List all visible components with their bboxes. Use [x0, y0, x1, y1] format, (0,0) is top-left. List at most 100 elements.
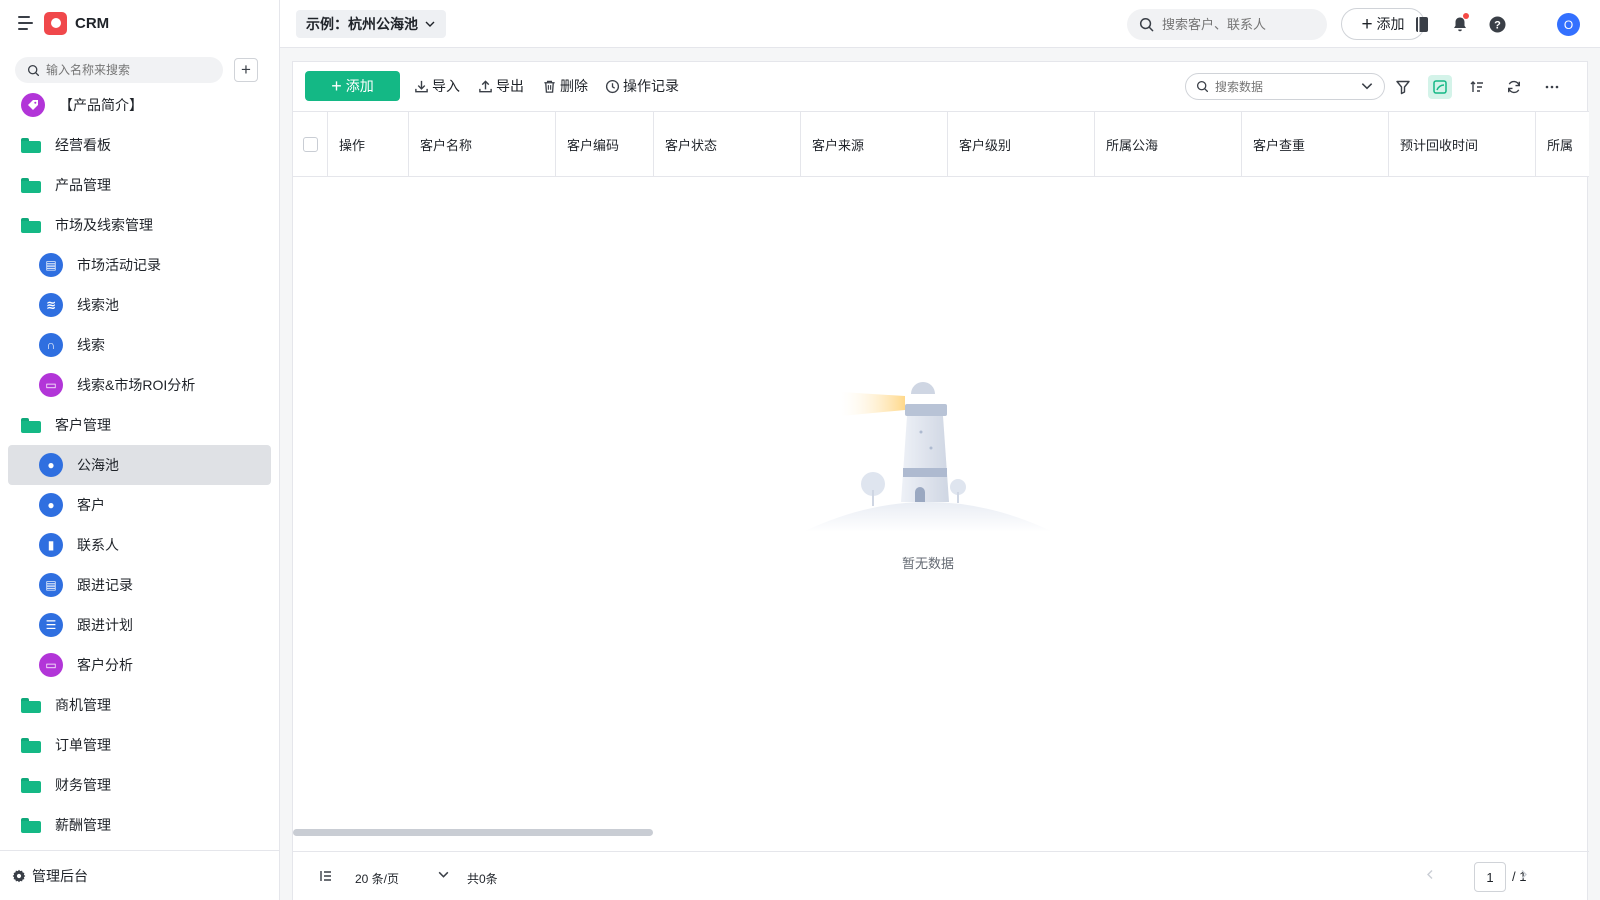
pagination-bar: 20 条/页 共0条 1 / 1 [293, 851, 1589, 900]
next-page-icon[interactable] [1518, 868, 1530, 884]
page-size-value: 20 条/页 [355, 872, 400, 886]
document-icon: ▤ [39, 253, 63, 277]
data-search[interactable] [1185, 73, 1385, 100]
global-search-input[interactable] [1162, 17, 1312, 32]
sidebar-item[interactable]: ∩ 线索 [8, 325, 271, 365]
sidebar-item[interactable]: ≋ 线索池 [8, 285, 271, 325]
trash-icon [544, 80, 555, 93]
sidebar-item[interactable]: 客户管理 [8, 405, 271, 445]
search-icon [1196, 80, 1209, 93]
bell-icon[interactable] [1450, 13, 1470, 34]
menu-icon[interactable] [18, 16, 34, 30]
sidebar-item[interactable]: 薪酬管理 [8, 805, 271, 845]
column-header[interactable]: 客户来源 [801, 112, 948, 176]
global-search[interactable] [1127, 9, 1327, 40]
customer-icon: ● [39, 453, 63, 477]
sidebar-item-label: 市场活动记录 [77, 257, 161, 273]
folder-icon [21, 777, 41, 793]
sidebar-item-label: 产品管理 [55, 177, 111, 193]
sidebar-item[interactable]: 财务管理 [8, 765, 271, 805]
sidebar-item[interactable]: 经营看板 [8, 125, 271, 165]
export-button[interactable]: 导出 [478, 76, 524, 96]
column-header[interactable]: 预计回收时间 [1389, 112, 1536, 176]
export-label: 导出 [496, 78, 524, 94]
column-header[interactable]: 客户状态 [654, 112, 801, 176]
table-toolbar: + 添加 导入 导出 删除 操作记录 [293, 62, 1587, 111]
data-search-input[interactable] [1215, 79, 1355, 94]
plan-icon: ☰ [39, 613, 63, 637]
sidebar-item[interactable]: 订单管理 [8, 725, 271, 765]
admin-console-link[interactable]: 管理后台 [0, 850, 279, 900]
horizontal-scrollbar[interactable] [293, 829, 653, 836]
sidebar-item[interactable]: ▮ 联系人 [8, 525, 271, 565]
folder-icon [21, 737, 41, 753]
total-count: 共0条 [467, 872, 498, 886]
sidebar-item-label: 财务管理 [55, 777, 111, 793]
sidebar-search[interactable] [15, 57, 223, 83]
sidebar-item-label: 市场及线索管理 [55, 217, 153, 233]
column-header[interactable]: 所属 [1536, 112, 1589, 176]
followup-record-icon: ▤ [39, 573, 63, 597]
prev-page-icon[interactable] [1424, 868, 1436, 884]
delete-label: 删除 [560, 78, 588, 94]
column-header[interactable]: 客户级别 [948, 112, 1095, 176]
sidebar-item[interactable]: 产品管理 [8, 165, 271, 205]
contacts-book-icon[interactable] [1412, 14, 1432, 34]
add-menu-button[interactable]: + [234, 58, 258, 82]
sidebar-item[interactable]: 【产品简介】 [8, 85, 271, 125]
admin-console-label: 管理后台 [32, 867, 88, 884]
sidebar-item[interactable]: ● 公海池 [8, 445, 271, 485]
chevron-down-icon[interactable] [437, 868, 450, 884]
search-icon [1139, 17, 1154, 32]
import-label: 导入 [432, 78, 460, 94]
page-size-icon [319, 869, 333, 886]
app-name: CRM [75, 14, 110, 32]
color-rule-icon[interactable] [1428, 75, 1452, 99]
add-record-label: 添加 [345, 78, 374, 94]
top-bar: 示例：杭州公海池 + 添加 ? O [280, 0, 1600, 48]
refresh-icon[interactable] [1502, 75, 1526, 99]
sidebar-item[interactable]: 市场及线索管理 [8, 205, 271, 245]
sort-icon[interactable] [1465, 75, 1489, 99]
sidebar-item-label: 薪酬管理 [55, 817, 111, 833]
plus-icon: + [331, 76, 342, 96]
delete-button[interactable]: 删除 [542, 76, 588, 96]
filter-icon[interactable] [1391, 75, 1415, 99]
sidebar-item[interactable]: ▤ 市场活动记录 [8, 245, 271, 285]
operation-log-label: 操作记录 [623, 78, 679, 94]
column-header[interactable]: 客户名称 [409, 112, 556, 176]
import-button[interactable]: 导入 [414, 76, 460, 96]
sidebar-item[interactable]: ☰ 跟进计划 [8, 605, 271, 645]
analytics-icon: ▭ [39, 373, 63, 397]
add-record-button[interactable]: + 添加 [305, 71, 400, 101]
view-selector[interactable]: 示例：杭州公海池 [296, 10, 446, 38]
page-size-select[interactable]: 20 条/页 [355, 870, 399, 887]
sidebar-item[interactable]: ▭ 线索&市场ROI分析 [8, 365, 271, 405]
sidebar-item[interactable]: ▭ 客户分析 [8, 645, 271, 685]
operation-log-button[interactable]: 操作记录 [605, 76, 679, 96]
select-all-checkbox[interactable] [303, 137, 318, 152]
help-icon[interactable]: ? [1487, 14, 1507, 34]
sidebar-item[interactable]: ▤ 跟进记录 [8, 565, 271, 605]
page-number-input[interactable]: 1 [1474, 862, 1506, 892]
sidebar-item-label: 线索&市场ROI分析 [77, 377, 196, 393]
column-header[interactable]: 客户查重 [1242, 112, 1389, 176]
table-header: 操作 客户名称 客户编码 客户状态 客户来源 客户级别 所属公海 客户查重 预计回收时间 所属 [293, 111, 1589, 177]
column-header[interactable]: 操作 [328, 112, 409, 176]
svg-text:?: ? [1494, 19, 1501, 31]
sidebar-item[interactable]: ● 客户 [8, 485, 271, 525]
more-icon[interactable] [1540, 75, 1564, 99]
sidebar-item-label: 跟进记录 [77, 577, 133, 593]
empty-state-text: 暂无数据 [901, 556, 954, 571]
column-header[interactable]: 客户编码 [556, 112, 654, 176]
user-avatar[interactable]: O [1557, 13, 1580, 36]
sidebar-nav: 【产品简介】 经营看板产品管理市场及线索管理 ▤ 市场活动记录 ≋ 线索池 ∩ 线索 ▭ 线索&市… [0, 85, 279, 845]
sidebar-search-input[interactable] [46, 63, 206, 77]
view-title: 示例：杭州公海池 [306, 16, 418, 32]
lighthouse-illustration [803, 382, 1053, 532]
sidebar-header: CRM [0, 0, 279, 46]
column-header[interactable]: 所属公海 [1095, 112, 1242, 176]
folder-open-icon [21, 417, 41, 433]
sidebar-item[interactable]: 商机管理 [8, 685, 271, 725]
chevron-down-icon[interactable] [1360, 79, 1374, 93]
